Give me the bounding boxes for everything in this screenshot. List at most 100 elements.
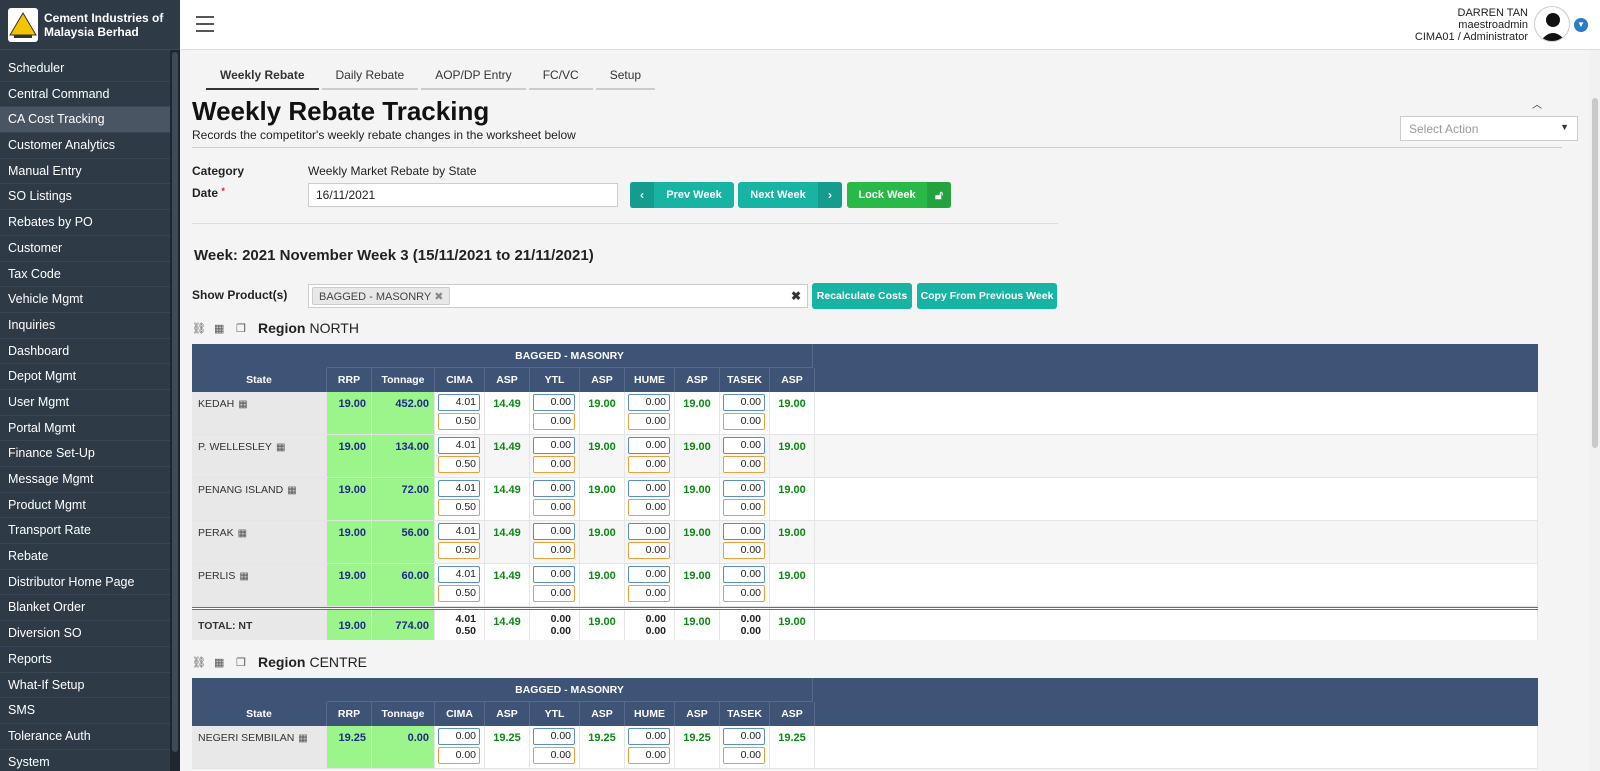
tasek-rebate-input[interactable]: 0.00 bbox=[723, 728, 765, 745]
calculator-icon[interactable]: ▦ bbox=[287, 485, 296, 496]
prev-week-button[interactable]: ‹ Prev Week bbox=[630, 182, 734, 208]
cima-discount-input[interactable]: 0.50 bbox=[438, 456, 480, 473]
hume-rebate-input[interactable]: 0.00 bbox=[628, 480, 670, 497]
sidebar-scrollbar[interactable] bbox=[170, 50, 180, 771]
calculator-icon[interactable]: ▦ bbox=[214, 656, 228, 669]
ytl-rebate-input[interactable]: 0.00 bbox=[533, 480, 575, 497]
recalculate-costs-button[interactable]: Recalculate Costs bbox=[812, 283, 912, 309]
sidebar-item[interactable]: Customer bbox=[0, 236, 180, 262]
sidebar-item[interactable]: SO Listings bbox=[0, 184, 180, 211]
sidebar-item[interactable]: Tolerance Auth bbox=[0, 724, 180, 750]
sidebar-item[interactable]: Product Mgmt bbox=[0, 493, 180, 519]
sidebar-item[interactable]: Distributor Home Page bbox=[0, 570, 180, 596]
sidebar-item[interactable]: Finance Set-Up bbox=[0, 441, 180, 467]
copy-icon[interactable]: ❐ bbox=[236, 322, 250, 335]
tab-item[interactable]: AOP/DP Entry bbox=[421, 64, 526, 90]
hume-rebate-input[interactable]: 0.00 bbox=[628, 523, 670, 540]
next-week-button[interactable]: Next Week › bbox=[738, 182, 842, 208]
sidebar-item[interactable]: Dashboard bbox=[0, 339, 180, 365]
clear-selection-icon[interactable]: ✖ bbox=[791, 289, 801, 303]
ytl-discount-input[interactable]: 0.00 bbox=[533, 747, 575, 764]
ytl-rebate-input[interactable]: 0.00 bbox=[533, 394, 575, 411]
lock-week-button[interactable]: Lock Week 🔓︎ bbox=[847, 182, 951, 208]
unlink-icon[interactable]: ⛓ bbox=[192, 656, 206, 669]
copy-icon[interactable]: ❐ bbox=[236, 656, 250, 669]
cima-rebate-input[interactable]: 4.01 bbox=[438, 566, 480, 583]
ytl-discount-input[interactable]: 0.00 bbox=[533, 542, 575, 559]
sidebar-item[interactable]: Tax Code bbox=[0, 262, 180, 288]
hume-discount-input[interactable]: 0.00 bbox=[628, 747, 670, 764]
hume-rebate-input[interactable]: 0.00 bbox=[628, 728, 670, 745]
ytl-discount-input[interactable]: 0.00 bbox=[533, 456, 575, 473]
ytl-discount-input[interactable]: 0.00 bbox=[533, 413, 575, 430]
calculator-icon[interactable]: ▦ bbox=[238, 528, 247, 539]
tab-item[interactable]: Setup bbox=[595, 64, 656, 90]
sidebar-item[interactable]: Scheduler bbox=[0, 56, 180, 82]
sidebar-item[interactable]: Rebate bbox=[0, 544, 180, 570]
sidebar-item[interactable]: Manual Entry bbox=[0, 159, 180, 185]
sidebar-item[interactable]: CA Cost Tracking bbox=[0, 107, 180, 134]
user-info[interactable]: DARREN TAN maestroadmin CIMA01 / Adminis… bbox=[1415, 7, 1528, 43]
ytl-discount-input[interactable]: 0.00 bbox=[533, 499, 575, 516]
select-action-dropdown[interactable]: Select Action ▼ bbox=[1400, 116, 1578, 141]
sidebar-item[interactable]: Transport Rate bbox=[0, 518, 180, 545]
cima-discount-input[interactable]: 0.50 bbox=[438, 499, 480, 516]
menu-toggle-icon[interactable] bbox=[196, 16, 214, 32]
tasek-discount-input[interactable]: 0.00 bbox=[723, 585, 765, 602]
cima-rebate-input[interactable]: 4.01 bbox=[438, 437, 480, 454]
cima-discount-input[interactable]: 0.50 bbox=[438, 413, 480, 430]
sidebar-item[interactable]: System bbox=[0, 750, 180, 771]
calculator-icon[interactable]: ▦ bbox=[239, 571, 248, 582]
ytl-rebate-input[interactable]: 0.00 bbox=[533, 566, 575, 583]
tab-item[interactable]: Daily Rebate bbox=[321, 64, 419, 90]
sidebar-item[interactable]: Customer Analytics bbox=[0, 133, 180, 159]
sidebar-item[interactable]: Central Command bbox=[0, 82, 180, 108]
tasek-rebate-input[interactable]: 0.00 bbox=[723, 523, 765, 540]
user-menu-chevron-icon[interactable]: ▼ bbox=[1574, 18, 1588, 32]
cima-discount-input[interactable]: 0.50 bbox=[438, 585, 480, 602]
sidebar-item[interactable]: Reports bbox=[0, 647, 180, 673]
tasek-discount-input[interactable]: 0.00 bbox=[723, 413, 765, 430]
calculator-icon[interactable]: ▦ bbox=[238, 399, 247, 410]
sidebar-item[interactable]: Rebates by PO bbox=[0, 210, 180, 236]
sidebar-item[interactable]: What-If Setup bbox=[0, 673, 180, 699]
product-multiselect[interactable]: BAGGED - MASONRY ✖ ✖ bbox=[308, 284, 808, 308]
sidebar-item[interactable]: SMS bbox=[0, 698, 180, 724]
cima-discount-input[interactable]: 0.50 bbox=[438, 542, 480, 559]
hume-rebate-input[interactable]: 0.00 bbox=[628, 394, 670, 411]
cima-rebate-input[interactable]: 4.01 bbox=[438, 394, 480, 411]
hume-rebate-input[interactable]: 0.00 bbox=[628, 437, 670, 454]
sidebar-item[interactable]: Portal Mgmt bbox=[0, 416, 180, 442]
hume-discount-input[interactable]: 0.00 bbox=[628, 499, 670, 516]
calculator-icon[interactable]: ▦ bbox=[276, 442, 285, 453]
hume-discount-input[interactable]: 0.00 bbox=[628, 413, 670, 430]
tab-item[interactable]: FC/VC bbox=[528, 64, 593, 90]
ytl-rebate-input[interactable]: 0.00 bbox=[533, 728, 575, 745]
cima-discount-input[interactable]: 0.00 bbox=[438, 747, 480, 764]
hume-discount-input[interactable]: 0.00 bbox=[628, 542, 670, 559]
ytl-discount-input[interactable]: 0.00 bbox=[533, 585, 575, 602]
tasek-discount-input[interactable]: 0.00 bbox=[723, 747, 765, 764]
tasek-discount-input[interactable]: 0.00 bbox=[723, 456, 765, 473]
date-field[interactable]: 16/11/2021 bbox=[308, 183, 618, 207]
sidebar-item[interactable]: Depot Mgmt bbox=[0, 364, 180, 390]
calculator-icon[interactable]: ▦ bbox=[298, 733, 307, 744]
ytl-rebate-input[interactable]: 0.00 bbox=[533, 523, 575, 540]
page-scrollbar[interactable] bbox=[1590, 50, 1600, 771]
copy-from-previous-week-button[interactable]: Copy From Previous Week bbox=[917, 283, 1057, 309]
tab-item[interactable]: Weekly Rebate bbox=[206, 64, 319, 90]
tasek-discount-input[interactable]: 0.00 bbox=[723, 542, 765, 559]
sidebar-item[interactable]: Vehicle Mgmt bbox=[0, 287, 180, 313]
unlink-icon[interactable]: ⛓ bbox=[192, 322, 206, 335]
tasek-discount-input[interactable]: 0.00 bbox=[723, 499, 765, 516]
sidebar-item[interactable]: Diversion SO bbox=[0, 621, 180, 647]
sidebar-item[interactable]: Blanket Order bbox=[0, 595, 180, 622]
cima-rebate-input[interactable]: 4.01 bbox=[438, 523, 480, 540]
cima-rebate-input[interactable]: 4.01 bbox=[438, 480, 480, 497]
tasek-rebate-input[interactable]: 0.00 bbox=[723, 394, 765, 411]
hume-discount-input[interactable]: 0.00 bbox=[628, 456, 670, 473]
sidebar-item[interactable]: Message Mgmt bbox=[0, 467, 180, 493]
remove-chip-icon[interactable]: ✖ bbox=[434, 291, 443, 303]
calculator-icon[interactable]: ▦ bbox=[214, 322, 228, 335]
sidebar-item[interactable]: User Mgmt bbox=[0, 390, 180, 416]
